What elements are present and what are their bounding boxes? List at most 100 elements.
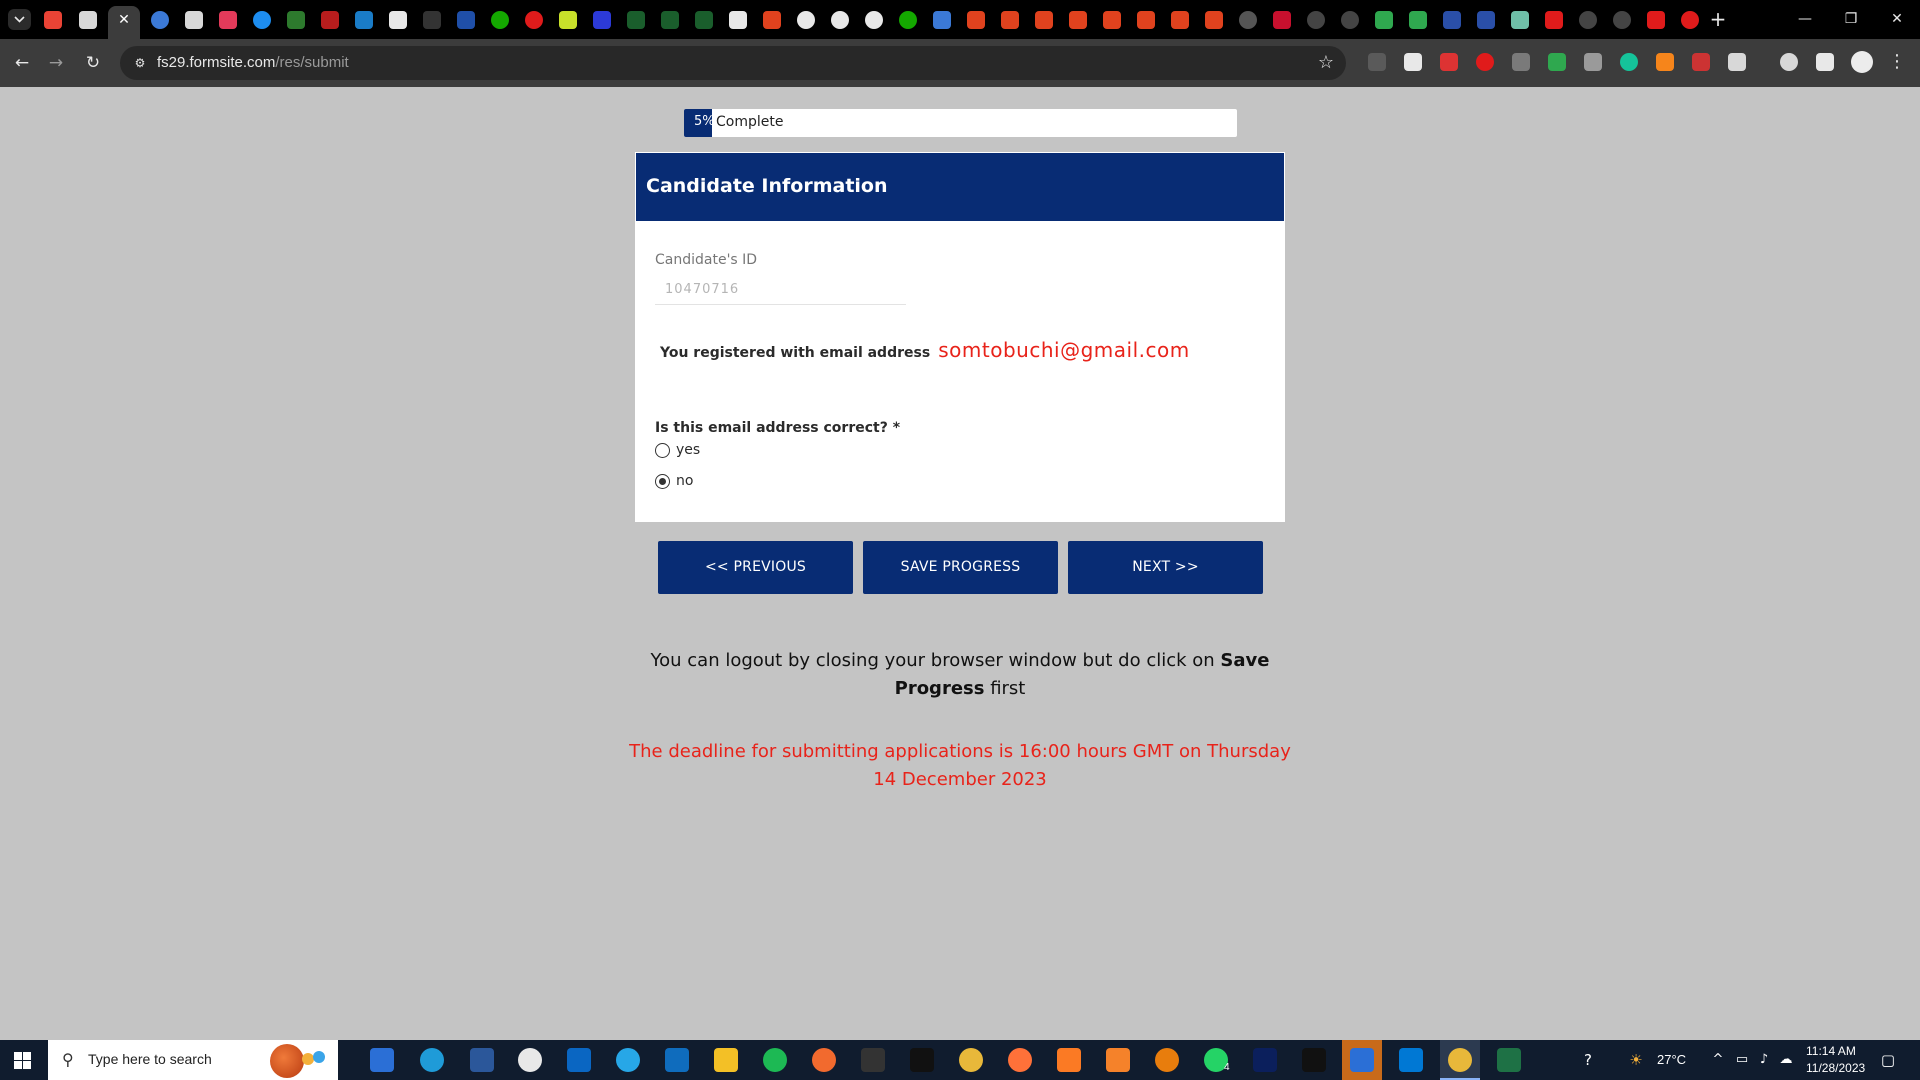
close-window-button[interactable]: ✕: [1874, 6, 1920, 32]
tab-favicon-icon[interactable]: [79, 11, 97, 29]
clock-time[interactable]: 11:14 AM: [1806, 1044, 1856, 1058]
link-tab-icon[interactable]: [1001, 11, 1019, 29]
tab-favicon-icon[interactable]: [1681, 11, 1699, 29]
tab-favicon-icon[interactable]: [559, 11, 577, 29]
puzzle-extensions-icon[interactable]: [1728, 53, 1746, 71]
tab-favicon-icon[interactable]: [389, 11, 407, 29]
tab-favicon-icon[interactable]: [1545, 11, 1563, 29]
restore-button[interactable]: ❐: [1828, 6, 1874, 32]
app-icon[interactable]: [1106, 1048, 1130, 1072]
tab-favicon-icon[interactable]: [865, 11, 883, 29]
metamask-extension-icon[interactable]: [1656, 53, 1674, 71]
clock-date[interactable]: 11/28/2023: [1806, 1061, 1865, 1075]
excel-app-icon[interactable]: [1497, 1048, 1521, 1072]
extension-icon[interactable]: [1512, 53, 1530, 71]
back-button[interactable]: ←: [10, 51, 34, 75]
github-tab-icon[interactable]: [1613, 11, 1631, 29]
forward-button[interactable]: →: [44, 51, 68, 75]
tab-favicon-icon[interactable]: [457, 11, 475, 29]
globe-tab-icon[interactable]: [151, 11, 169, 29]
volume-icon[interactable]: ♪: [1756, 1052, 1772, 1068]
link-tab-icon[interactable]: [1171, 11, 1189, 29]
profile-avatar[interactable]: [1851, 51, 1873, 73]
link-tab-icon[interactable]: [967, 11, 985, 29]
windows-start-icon[interactable]: [14, 1052, 31, 1069]
app-icon[interactable]: [1253, 1048, 1277, 1072]
candidate-id-field[interactable]: [655, 275, 906, 305]
outlook-app-icon[interactable]: [665, 1048, 689, 1072]
tab-favicon-icon[interactable]: [1477, 11, 1495, 29]
tab-favicon-icon[interactable]: [933, 11, 951, 29]
taskbar-search[interactable]: ⚲ Type here to search: [48, 1040, 338, 1080]
app-icon[interactable]: [861, 1048, 885, 1072]
tab-favicon-icon[interactable]: [1273, 11, 1291, 29]
bookmark-star-icon[interactable]: ☆: [1318, 52, 1334, 73]
edge-app-icon[interactable]: [420, 1048, 444, 1072]
github-tab-icon[interactable]: [1579, 11, 1597, 29]
extension-icon[interactable]: [1692, 53, 1710, 71]
tab-favicon-icon[interactable]: [253, 11, 271, 29]
blender-app-icon[interactable]: [1155, 1048, 1179, 1072]
app-icon[interactable]: [1302, 1048, 1326, 1072]
upwork-tab-icon[interactable]: [899, 11, 917, 29]
minimize-button[interactable]: —: [1782, 6, 1828, 32]
tab-favicon-icon[interactable]: [763, 11, 781, 29]
tab-favicon-icon[interactable]: [1375, 11, 1393, 29]
new-tab-button[interactable]: +: [1706, 8, 1730, 32]
tab-favicon-icon[interactable]: [661, 11, 679, 29]
tab-favicon-icon[interactable]: [1443, 11, 1461, 29]
grammarly-extension-icon[interactable]: [1620, 53, 1638, 71]
more-menu-icon[interactable]: ⋮: [1888, 51, 1906, 73]
telegram-app-icon[interactable]: [616, 1048, 640, 1072]
notifications-icon[interactable]: ▢: [1880, 1052, 1896, 1068]
link-tab-icon[interactable]: [1103, 11, 1121, 29]
slack-app-icon[interactable]: [518, 1048, 542, 1072]
link-tab-icon[interactable]: [1069, 11, 1087, 29]
tab-favicon-icon[interactable]: [729, 11, 747, 29]
address-bar[interactable]: ⚙ fs29.formsite.com/res/submit ☆: [120, 46, 1346, 80]
app-icon[interactable]: [910, 1048, 934, 1072]
tab-favicon-icon[interactable]: [627, 11, 645, 29]
tab-favicon-icon[interactable]: [1409, 11, 1427, 29]
tab-favicon-icon[interactable]: [525, 11, 543, 29]
extension-icon[interactable]: [1368, 53, 1386, 71]
save-progress-button[interactable]: SAVE PROGRESS: [863, 541, 1058, 594]
extension-icon[interactable]: [1548, 53, 1566, 71]
radio-yes-label[interactable]: yes: [676, 442, 700, 458]
upwork-tab-icon[interactable]: [491, 11, 509, 29]
camera-extension-icon[interactable]: [1584, 53, 1602, 71]
radio-no[interactable]: [655, 473, 670, 489]
extension-icon[interactable]: [1440, 53, 1458, 71]
url-text[interactable]: fs29.formsite.com/res/submit: [157, 54, 349, 71]
tab-favicon-icon[interactable]: [219, 11, 237, 29]
tab-favicon-icon[interactable]: [797, 11, 815, 29]
previous-button[interactable]: << PREVIOUS: [658, 541, 853, 594]
tab-favicon-icon[interactable]: [1239, 11, 1257, 29]
tab-favicon-icon[interactable]: [695, 11, 713, 29]
link-tab-icon[interactable]: [1205, 11, 1223, 29]
app-icon[interactable]: [812, 1048, 836, 1072]
chrome-active-app-icon[interactable]: [1448, 1048, 1472, 1072]
network-icon[interactable]: ☁: [1778, 1052, 1794, 1068]
extension-icon[interactable]: [1780, 53, 1798, 71]
linkedin-app-icon[interactable]: [567, 1048, 591, 1072]
weather-temperature[interactable]: 27°C: [1657, 1052, 1686, 1067]
firefox-app-icon[interactable]: [1008, 1048, 1032, 1072]
tab-favicon-icon[interactable]: [1647, 11, 1665, 29]
app-icon[interactable]: [1350, 1048, 1374, 1072]
extension-icon[interactable]: [1476, 53, 1494, 71]
store-app-icon[interactable]: [370, 1048, 394, 1072]
reload-button[interactable]: ↻: [81, 51, 105, 75]
site-info-icon[interactable]: ⚙: [132, 55, 148, 71]
radio-yes[interactable]: [655, 442, 670, 458]
tab-favicon-icon[interactable]: [185, 11, 203, 29]
tab-favicon-icon[interactable]: [355, 11, 373, 29]
link-tab-icon[interactable]: [1035, 11, 1053, 29]
close-tab-icon[interactable]: ✕: [115, 11, 133, 29]
file-explorer-icon[interactable]: [714, 1048, 738, 1072]
vscode-app-icon[interactable]: [1399, 1048, 1423, 1072]
side-panel-icon[interactable]: [1816, 53, 1834, 71]
next-button[interactable]: NEXT >>: [1068, 541, 1263, 594]
tab-favicon-icon[interactable]: [423, 11, 441, 29]
help-icon[interactable]: ?: [1580, 1052, 1596, 1068]
